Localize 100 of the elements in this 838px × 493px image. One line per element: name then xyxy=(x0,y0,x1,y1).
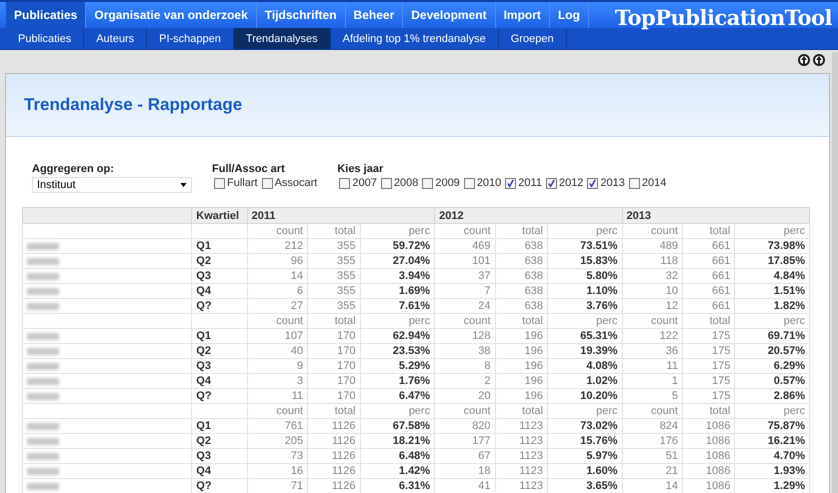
table-cell: 16 xyxy=(247,464,308,478)
column-subheader: perc xyxy=(734,224,810,238)
column-subheader: perc xyxy=(360,224,435,238)
subnav-tab[interactable]: Publicaties xyxy=(6,28,84,49)
table-cell: 21 xyxy=(622,464,682,478)
table-cell: 12 xyxy=(622,298,682,314)
table-cell: 59.72% xyxy=(360,238,435,254)
table-cell: 18 xyxy=(434,464,496,478)
column-header: 2013 xyxy=(622,208,810,224)
table-cell: 661 xyxy=(682,284,735,298)
table-cell: 638 xyxy=(495,238,548,254)
blurred-label xyxy=(27,378,59,385)
column-subheader: count xyxy=(247,404,308,418)
checkbox-label: 2011 xyxy=(518,177,542,189)
table-cell: 170 xyxy=(308,344,360,358)
checkbox[interactable] xyxy=(505,178,516,188)
checkbox-label: 2009 xyxy=(435,177,460,189)
table-cell: 96 xyxy=(247,254,308,268)
table-cell: 73.02% xyxy=(547,418,622,434)
column-subheader: total xyxy=(308,404,360,418)
subnav-tab[interactable]: Groepen xyxy=(498,28,567,49)
aggregate-dropdown[interactable]: Instituut xyxy=(32,177,192,193)
table-cell: Q1 xyxy=(192,238,248,254)
table-cell: 101 xyxy=(434,254,496,268)
blurred-label xyxy=(27,332,59,340)
checkbox[interactable] xyxy=(380,178,392,188)
table-cell: 5.80% xyxy=(547,268,622,284)
table-cell: 175 xyxy=(682,358,735,374)
checkbox[interactable] xyxy=(422,178,434,188)
table-cell: Q4 xyxy=(192,284,248,298)
column-header: 2011 xyxy=(247,208,435,224)
column-subheader: total xyxy=(682,314,735,328)
column-header: 2012 xyxy=(434,208,622,224)
table-cell: 5 xyxy=(622,388,682,404)
table-cell: 2 xyxy=(434,374,496,388)
table-cell: 4.84% xyxy=(734,268,810,284)
table-cell: 176 xyxy=(622,434,682,448)
column-subheader: perc xyxy=(734,404,810,418)
table-cell: 8 xyxy=(434,358,496,374)
table-cell: 170 xyxy=(308,374,360,388)
table-cell: 661 xyxy=(682,254,735,268)
table-cell: 638 xyxy=(495,268,548,284)
checkbox[interactable] xyxy=(587,178,598,188)
table-cell: 122 xyxy=(622,328,682,344)
arrow-circle-icon[interactable] xyxy=(797,53,811,67)
table-cell: 1.02% xyxy=(547,374,622,388)
table-cell: 469 xyxy=(434,238,496,254)
table-cell: 196 xyxy=(495,358,548,374)
table-cell: 175 xyxy=(682,374,735,388)
checkbox[interactable] xyxy=(262,178,273,188)
table-cell: 661 xyxy=(682,268,735,284)
table-cell: Q2 xyxy=(192,434,248,448)
table-cell: 38 xyxy=(434,344,496,358)
column-subheader: count xyxy=(622,224,682,238)
table-cell: Q1 xyxy=(192,328,248,344)
blurred-label xyxy=(27,302,59,310)
subnav-tab[interactable]: Trendanalyses xyxy=(234,28,331,49)
table-cell: 36 xyxy=(622,344,682,358)
checkbox[interactable] xyxy=(214,178,225,188)
column-subheader: count xyxy=(247,314,308,328)
table-cell: 4.08% xyxy=(547,358,622,374)
blurred-label xyxy=(27,272,59,280)
table-cell: 0.57% xyxy=(734,374,810,388)
checkbox[interactable] xyxy=(339,178,350,188)
table-cell: 62.94% xyxy=(360,328,435,344)
blurred-label xyxy=(27,452,59,460)
nav-tab[interactable]: Publicaties xyxy=(6,2,86,28)
table-cell: 27.04% xyxy=(360,254,435,268)
blurred-label xyxy=(27,392,59,400)
table-cell: 11 xyxy=(247,388,308,404)
table-cell: 355 xyxy=(308,254,360,268)
checkbox-label: 2013 xyxy=(600,177,625,189)
table-cell: Q3 xyxy=(192,448,248,464)
table-cell: 824 xyxy=(622,418,682,434)
table-cell: 1126 xyxy=(308,464,360,478)
subnav-tab[interactable]: Auteurs xyxy=(84,28,148,49)
checkbox[interactable] xyxy=(464,178,475,188)
arrow-circle-icon[interactable] xyxy=(812,53,826,67)
table-cell: Q1 xyxy=(192,418,248,434)
checkbox-label: Assocart xyxy=(274,177,318,189)
checkbox[interactable] xyxy=(546,178,557,188)
column-subheader: total xyxy=(495,224,548,238)
table-cell: 128 xyxy=(434,328,496,344)
filter-label: Kies jaar xyxy=(337,163,384,175)
subnav-tab[interactable]: Afdeling top 1% trendanalyse xyxy=(330,28,499,49)
blurred-label xyxy=(27,468,59,475)
table-cell: 20 xyxy=(434,388,496,404)
table-cell: Q3 xyxy=(192,268,248,284)
table-cell: 6.47% xyxy=(360,388,435,404)
table-cell: 73.51% xyxy=(547,238,622,254)
table-cell: 196 xyxy=(495,328,548,344)
table-cell: 7 xyxy=(434,284,496,298)
table-cell: 1.82% xyxy=(734,298,810,314)
checkbox[interactable] xyxy=(628,178,640,188)
table-cell: 1 xyxy=(622,374,682,388)
table-cell: 18.21% xyxy=(360,434,435,448)
caret-icon xyxy=(180,183,187,187)
table-cell: 4.70% xyxy=(734,448,810,464)
checkbox-label: Fullart xyxy=(227,177,258,189)
table-cell: 3 xyxy=(247,374,308,388)
